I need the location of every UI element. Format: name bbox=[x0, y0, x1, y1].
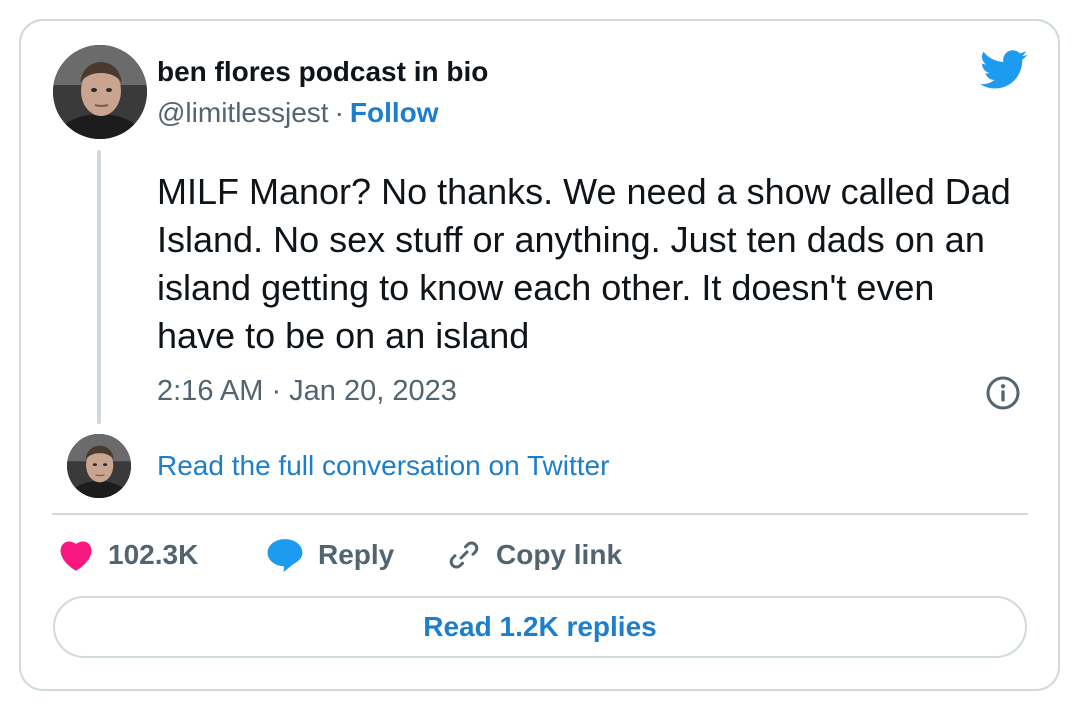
follow-button[interactable]: Follow bbox=[350, 97, 439, 128]
copy-link-label: Copy link bbox=[496, 539, 623, 570]
read-full-conversation-link[interactable]: Read the full conversation on Twitter bbox=[157, 450, 609, 482]
conversation-avatar-image bbox=[67, 434, 131, 498]
author-handle-row: @limitlessjest · Follow bbox=[157, 97, 439, 129]
separator-dot: · bbox=[334, 97, 344, 128]
reply-button[interactable]: Reply bbox=[266, 535, 394, 575]
tweet-text: MILF Manor? No thanks. We need a show ca… bbox=[157, 171, 1011, 356]
read-replies-button[interactable]: Read 1.2K replies bbox=[53, 596, 1027, 658]
reply-label: Reply bbox=[318, 539, 395, 570]
info-icon[interactable] bbox=[985, 375, 1021, 411]
tweet-timestamp[interactable]: 2:16 AM · Jan 20, 2023 bbox=[157, 375, 457, 408]
conversation-avatar bbox=[67, 434, 131, 498]
author-name[interactable]: ben flores podcast in bio bbox=[157, 56, 488, 88]
divider bbox=[52, 513, 1028, 515]
twitter-bird-icon[interactable] bbox=[980, 50, 1028, 90]
author-handle[interactable]: @limitlessjest bbox=[157, 97, 329, 128]
likes-count: 102.3K bbox=[108, 539, 199, 570]
heart-icon bbox=[60, 541, 92, 571]
copy-link-button[interactable]: Copy link bbox=[446, 535, 622, 575]
author-avatar[interactable] bbox=[53, 45, 147, 139]
speech-bubble-icon bbox=[267, 539, 303, 573]
link-icon bbox=[449, 541, 479, 569]
thread-line bbox=[97, 150, 101, 424]
like-button[interactable]: 102.3K bbox=[58, 535, 198, 575]
author-avatar-image bbox=[53, 45, 147, 139]
